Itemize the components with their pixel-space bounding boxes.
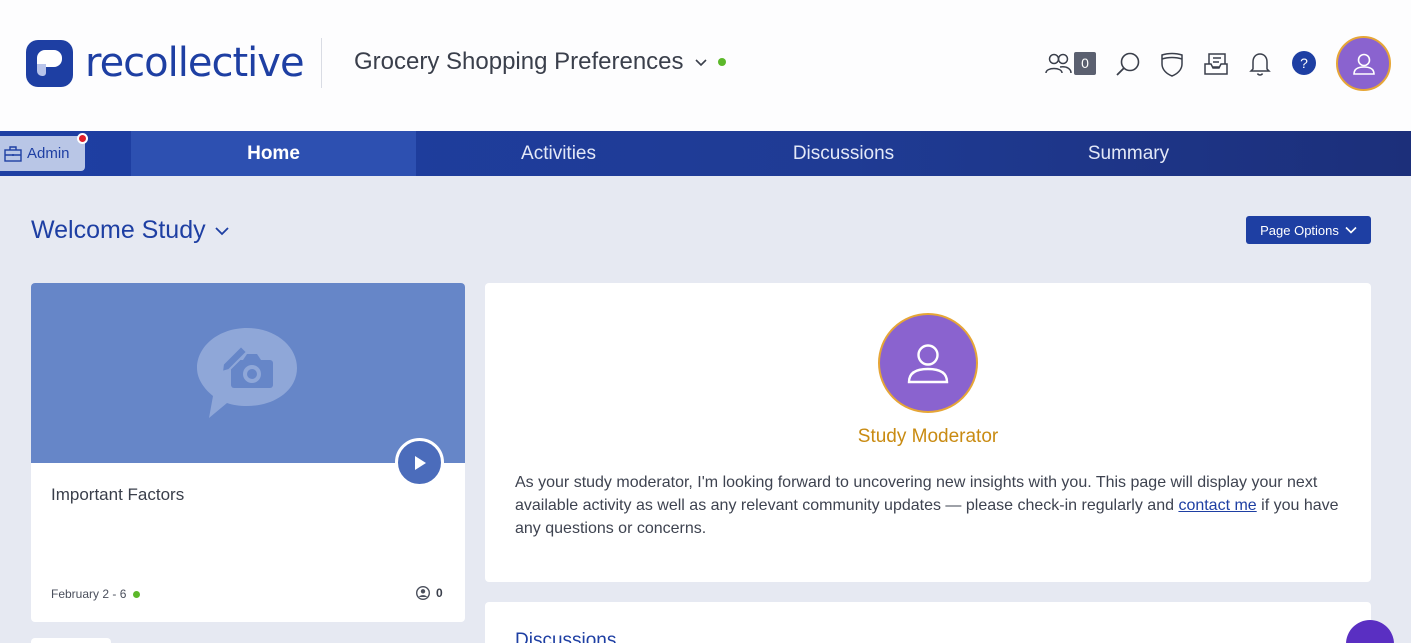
tab-discussions[interactable]: Discussions — [701, 131, 986, 176]
logo-mark-icon — [26, 40, 73, 87]
tab-activities[interactable]: Activities — [416, 131, 701, 176]
participants-icon[interactable] — [1043, 44, 1075, 84]
photo-edit-speech-bubble-icon — [197, 328, 297, 418]
search-icon[interactable] — [1112, 44, 1144, 84]
admin-notification-dot — [77, 133, 88, 144]
help-icon[interactable]: ? — [1292, 51, 1316, 75]
activity-date-range: February 2 - 6 — [51, 587, 127, 601]
top-header: recollective Grocery Shopping Preference… — [0, 0, 1411, 131]
tab-home[interactable]: Home — [131, 131, 416, 176]
participants-count-badge: 0 — [1074, 52, 1096, 75]
recollective-logo[interactable]: recollective — [26, 40, 305, 87]
main-nav: Home Activities Discussions Summary — [0, 131, 1411, 176]
activity-dates: February 2 - 6 — [51, 587, 141, 601]
chevron-down-icon — [1345, 226, 1357, 234]
briefcase-icon — [4, 145, 22, 162]
moderator-message: As your study moderator, I'm looking for… — [515, 471, 1351, 540]
play-icon — [414, 455, 426, 470]
user-avatar-icon — [907, 344, 949, 384]
discussions-card: Discussions — [485, 602, 1371, 643]
user-avatar[interactable] — [1336, 36, 1391, 91]
play-button[interactable] — [395, 438, 444, 487]
activity-response-count: 0 — [416, 586, 443, 600]
study-selector[interactable]: Grocery Shopping Preferences — [354, 48, 726, 76]
activity-title: Important Factors — [51, 485, 185, 504]
contact-me-link[interactable]: contact me — [1178, 497, 1256, 514]
inbox-icon[interactable] — [1200, 44, 1232, 84]
page-options-button[interactable]: Page Options — [1246, 216, 1371, 244]
study-name: Grocery Shopping Preferences — [354, 48, 684, 75]
tab-summary[interactable]: Summary — [986, 131, 1271, 176]
study-active-dot — [717, 58, 726, 66]
admin-label: Admin — [27, 145, 70, 162]
chevron-down-icon — [694, 59, 707, 67]
page-options-label: Page Options — [1260, 222, 1339, 238]
moderator-card: Study Moderator As your study moderator,… — [485, 283, 1371, 582]
secondary-card — [31, 638, 111, 643]
header-divider — [321, 38, 322, 88]
moderator-avatar — [878, 313, 978, 413]
discussions-title: Discussions — [515, 630, 617, 643]
moderator-name: Study Moderator — [857, 426, 999, 447]
chevron-down-icon — [214, 226, 229, 235]
activity-card[interactable]: Important Factors February 2 - 6 0 — [31, 283, 465, 622]
response-count-value: 0 — [436, 586, 443, 600]
activity-banner — [31, 283, 465, 463]
activity-status-dot — [133, 590, 141, 598]
page-title: Welcome Study — [31, 216, 206, 244]
user-avatar-icon — [1352, 53, 1375, 75]
logo-text: recollective — [85, 40, 305, 86]
shield-icon[interactable] — [1156, 44, 1188, 84]
bell-icon[interactable] — [1244, 44, 1276, 84]
page-title-dropdown[interactable]: Welcome Study — [31, 216, 230, 245]
user-circle-icon — [416, 586, 430, 600]
admin-button[interactable]: Admin — [0, 136, 85, 171]
